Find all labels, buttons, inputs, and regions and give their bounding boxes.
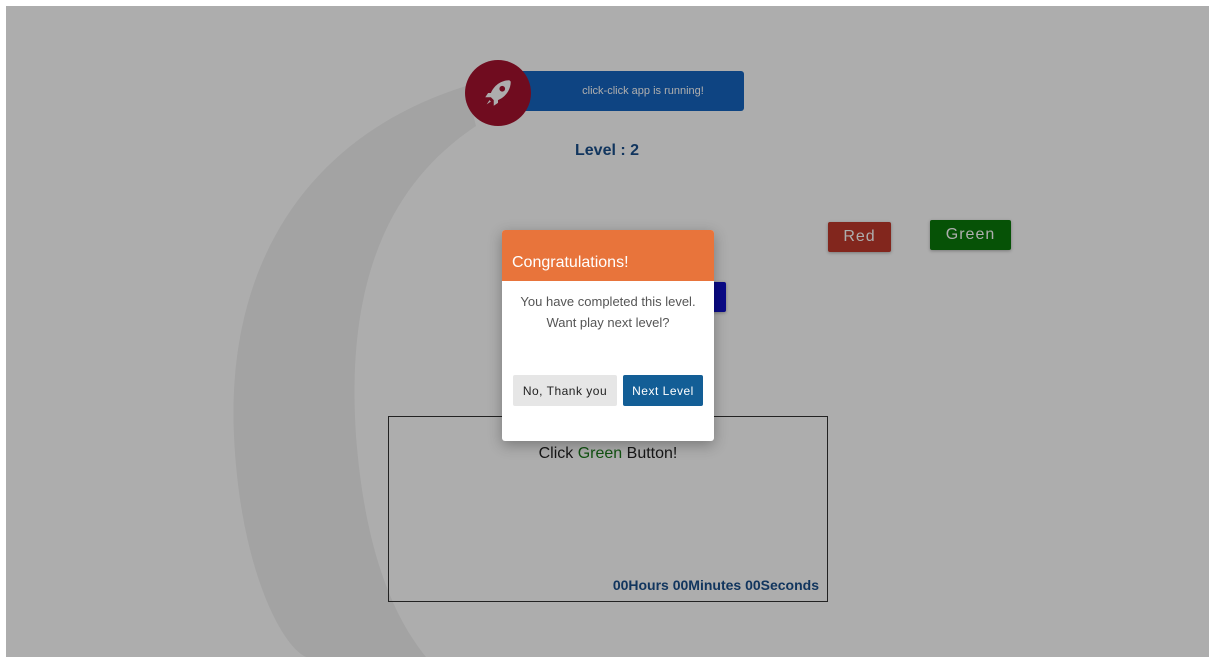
dialog-message: You have completed this level. Want play… (520, 294, 696, 330)
congratulations-dialog: Congratulations! You have completed this… (502, 230, 714, 441)
dialog-header: Congratulations! (502, 230, 714, 281)
dialog-title: Congratulations! (512, 254, 629, 271)
no-thank-you-button[interactable]: No, Thank you (513, 375, 617, 406)
app-stage: click-click app is running! Level : 2 Re… (6, 6, 1209, 657)
dialog-actions: No, Thank you Next Level (502, 375, 714, 406)
next-level-button[interactable]: Next Level (623, 375, 703, 406)
